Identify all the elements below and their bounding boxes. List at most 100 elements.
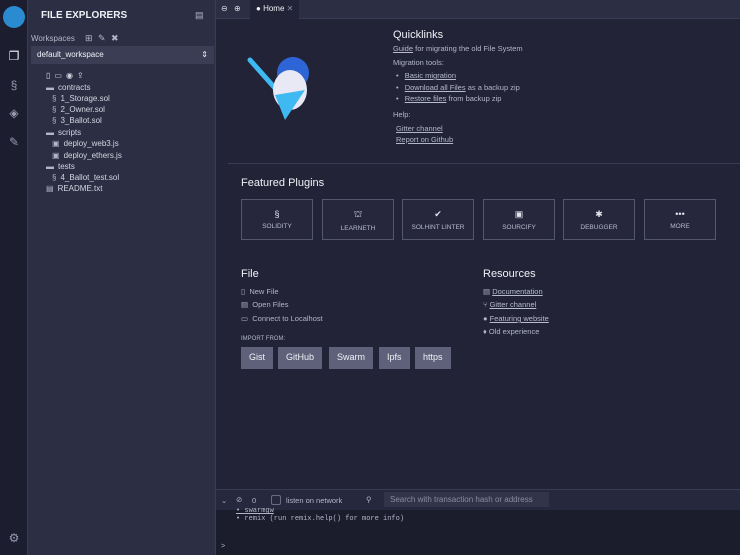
folder-scripts[interactable]: ▬ scripts: [46, 128, 81, 137]
plugin-learneth[interactable]: ⛫ LEARNETH: [322, 199, 394, 240]
label: 3_Ballot.sol: [60, 116, 102, 125]
terminal-toolbar: ⌄ ⊘ 0 listen on network ⚲ Search with tr…: [216, 489, 740, 510]
plugin-solhint[interactable]: ✔ SOLHINT LINTER: [402, 199, 474, 240]
connect-localhost-link[interactable]: ▭ Connect to Localhost: [241, 314, 323, 323]
guide-link[interactable]: Guide: [393, 44, 413, 53]
restore-files-link[interactable]: Restore files: [405, 94, 447, 103]
quicklinks-title: Quicklinks: [393, 29, 444, 41]
label: Open Files: [252, 300, 289, 309]
remix-mascot-illustration: [247, 57, 309, 120]
bug-icon: ✱: [595, 209, 603, 219]
line-text: remix (run remix.help() for more info): [244, 515, 405, 523]
label: Connect to Localhost: [252, 314, 323, 323]
new-folder-icon[interactable]: ▭: [54, 71, 66, 80]
gitter-link[interactable]: Gitter channel: [396, 124, 443, 133]
remix-logo-icon[interactable]: [3, 6, 25, 28]
docs-icon[interactable]: ▤: [195, 10, 204, 21]
settings-gear-icon[interactable]: ⚙: [6, 530, 22, 546]
file-item[interactable]: § 3_Ballot.sol: [52, 116, 102, 125]
clear-console-icon[interactable]: ⊘: [236, 495, 242, 504]
file-item[interactable]: ▣ deploy_web3.js: [52, 139, 119, 148]
new-file-link[interactable]: ▯ New File: [241, 287, 279, 296]
open-file-icon: ▤: [241, 300, 249, 309]
label: SOURCIFY: [502, 224, 536, 231]
file-actions: ▯▭◉⇪: [46, 71, 88, 80]
github-icon[interactable]: ◉: [66, 71, 77, 80]
label: DEBUGGER: [580, 224, 618, 231]
label: tests: [58, 162, 75, 171]
divider: [228, 163, 740, 164]
label: README.txt: [57, 184, 103, 193]
plugin-debugger[interactable]: ✱ DEBUGGER: [563, 199, 635, 240]
plugin-sourcify[interactable]: ▣ SOURCIFY: [483, 199, 555, 240]
file-item[interactable]: § 4_Ballot_test.sol: [52, 173, 119, 182]
plugin-more[interactable]: ••• MORE: [644, 199, 716, 240]
import-https-button[interactable]: https: [415, 347, 451, 369]
folder-contracts[interactable]: ▬ contracts: [46, 83, 90, 92]
learneth-icon: ⛫: [353, 209, 363, 219]
label: 4_Ballot_test.sol: [60, 173, 120, 182]
remix-icon: ●: [483, 314, 488, 323]
sourcify-icon: ▣: [514, 209, 524, 219]
solidity-compiler-icon[interactable]: §: [6, 77, 22, 93]
workspace-select[interactable]: default_workspace ⇕: [31, 46, 214, 64]
tab-home[interactable]: ● Home ✕: [250, 0, 300, 19]
import-ipfs-button[interactable]: Ipfs: [379, 347, 410, 369]
file-item[interactable]: § 2_Owner.sol: [52, 105, 105, 114]
github-report-link[interactable]: Report on Github: [396, 135, 453, 144]
import-label: IMPORT FROM:: [241, 336, 286, 342]
open-files-link[interactable]: ▤ Open Files: [241, 300, 289, 309]
guide-text: for migrating the old File System: [415, 44, 523, 53]
create-workspace-icon[interactable]: ⊞: [85, 33, 93, 44]
file-explorer-icon[interactable]: ❐: [6, 48, 22, 64]
basic-migration-link[interactable]: Basic migration: [405, 71, 456, 80]
terminal-line[interactable]: • swarmgw: [236, 507, 274, 515]
folder-icon: ▬: [46, 128, 54, 137]
import-swarm-button[interactable]: Swarm: [329, 347, 374, 369]
old-experience-link[interactable]: Old experience: [489, 327, 539, 336]
gitter-channel-link[interactable]: Gitter channel: [490, 300, 537, 309]
listen-network-checkbox[interactable]: [271, 495, 281, 505]
transaction-search-input[interactable]: Search with transaction hash or address: [384, 492, 549, 507]
js-file-icon: ▣: [52, 151, 60, 160]
label: SOLIDITY: [262, 223, 292, 230]
upload-icon[interactable]: ⇪: [77, 71, 88, 80]
icon-panel: ❐ § ◈ ✎ ⚙: [0, 0, 28, 555]
solidity-icon: §: [52, 116, 57, 125]
restore-text: from backup zip: [448, 94, 502, 103]
file-icon: ▯: [241, 287, 246, 296]
close-icon[interactable]: ✕: [287, 4, 294, 13]
collapse-terminal-icon[interactable]: ⌄: [221, 496, 227, 505]
file-item[interactable]: § 1_Storage.sol: [52, 94, 110, 103]
solidity-icon: §: [52, 105, 57, 114]
label: New File: [249, 287, 279, 296]
plugin-manager-icon[interactable]: ✎: [6, 134, 22, 150]
folder-tests[interactable]: ▬ tests: [46, 162, 75, 171]
import-gist-button[interactable]: Gist: [241, 347, 274, 369]
featured-plugins-title: Featured Plugins: [241, 177, 325, 189]
file-item[interactable]: ▣ deploy_ethers.js: [52, 151, 122, 160]
label: SOLHINT LINTER: [411, 224, 465, 231]
featuring-website-link[interactable]: Featuring website: [490, 314, 549, 323]
ethereum-icon: ♦: [483, 327, 487, 336]
download-files-link[interactable]: Download all Files: [405, 83, 466, 92]
terminal-output: • swarmgw • remix (run remix.help() for …: [216, 507, 740, 555]
documentation-link[interactable]: Documentation: [492, 287, 542, 296]
deploy-run-icon[interactable]: ◈: [6, 105, 22, 121]
resources-title: Resources: [483, 268, 536, 280]
rename-workspace-icon[interactable]: ✎: [98, 33, 106, 44]
pending-tx-count: 0: [252, 496, 257, 505]
ellipsis-icon: •••: [675, 209, 685, 219]
zoom-in-icon[interactable]: ⊕: [234, 4, 241, 13]
plugin-solidity[interactable]: § SOLIDITY: [241, 199, 313, 240]
terminal-prompt[interactable]: >: [221, 543, 225, 551]
folder-icon: ▬: [46, 162, 54, 171]
listen-network-label: listen on network: [286, 496, 343, 505]
download-text: as a backup zip: [467, 83, 520, 92]
label: scripts: [58, 128, 82, 137]
delete-workspace-icon[interactable]: ✖: [111, 33, 119, 44]
import-github-button[interactable]: GitHub: [278, 347, 323, 369]
file-item[interactable]: ▤ README.txt: [46, 184, 102, 193]
panel-title: FILE EXPLORERS: [41, 10, 128, 21]
zoom-out-icon[interactable]: ⊖: [221, 4, 228, 13]
